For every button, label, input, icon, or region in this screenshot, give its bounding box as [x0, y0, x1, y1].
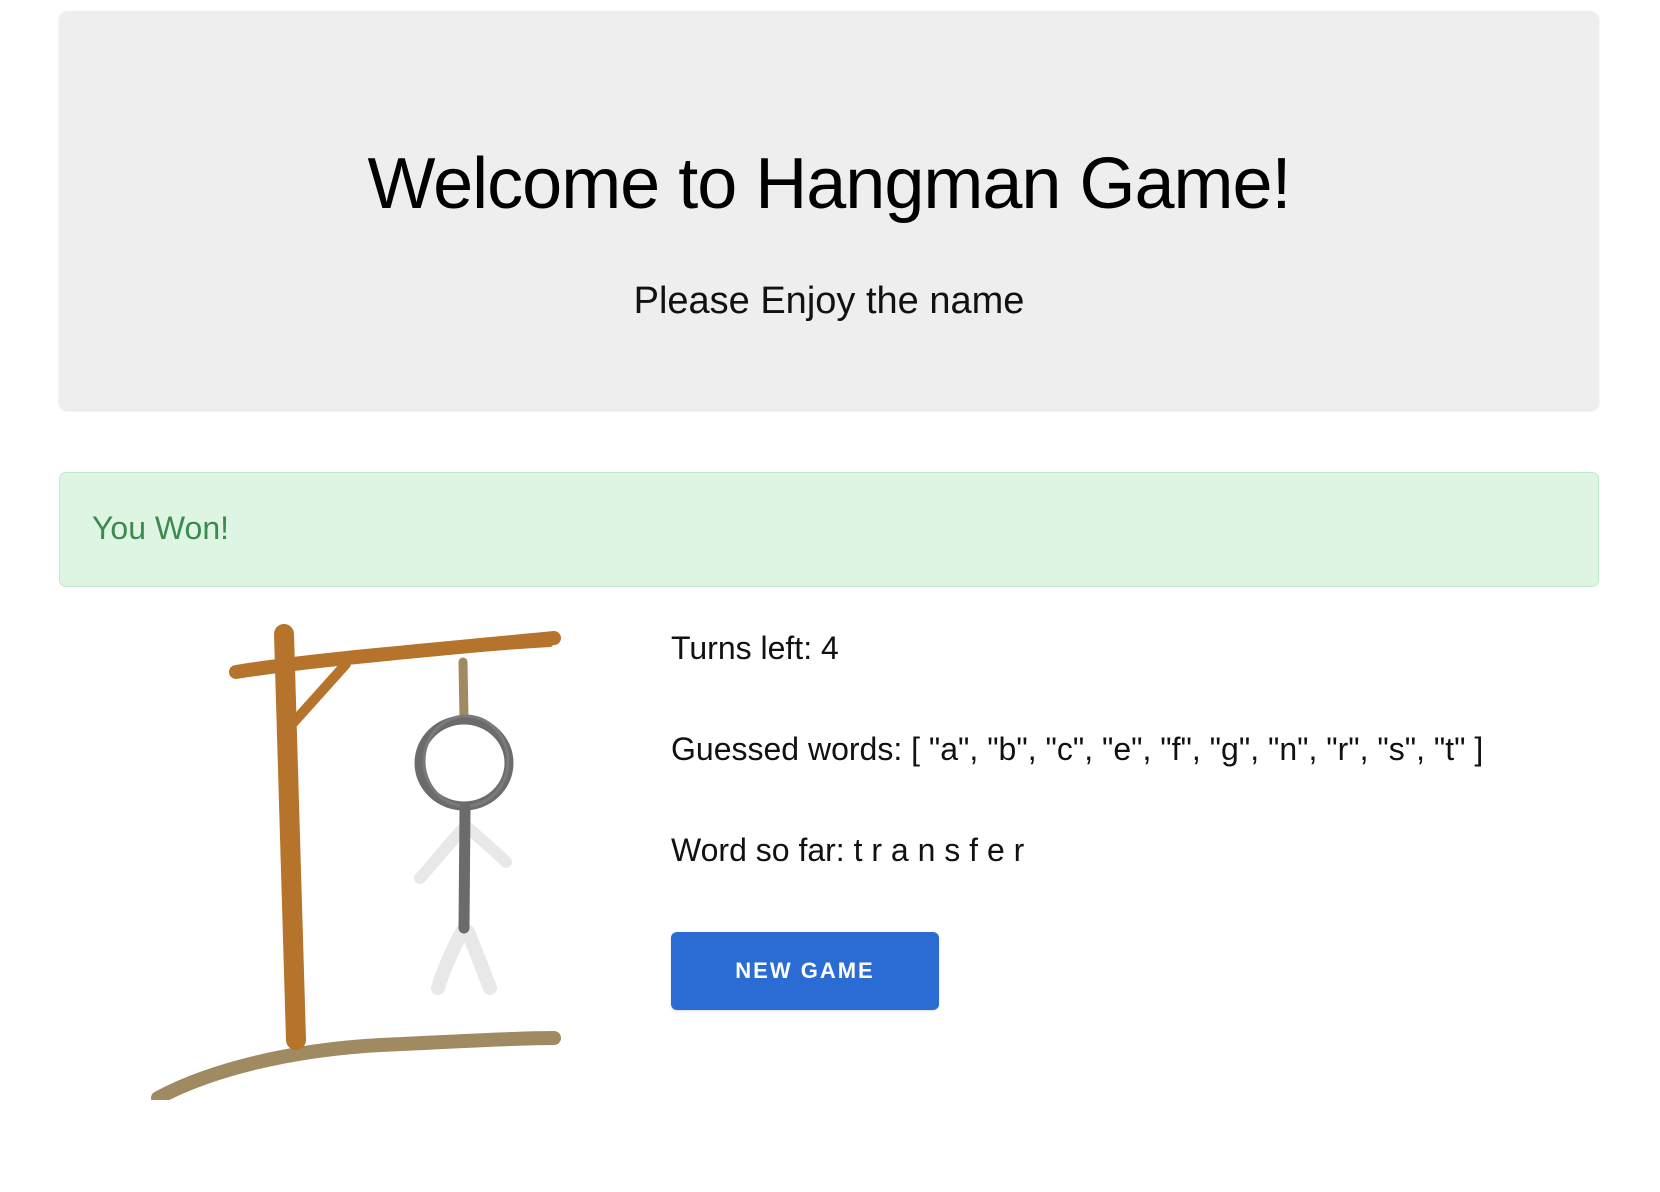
right-arm — [462, 822, 512, 868]
new-game-button[interactable]: NEW GAME — [671, 932, 939, 1010]
hangman-illustration — [151, 624, 561, 1100]
page-subtitle: Please Enjoy the name — [633, 280, 1025, 322]
stick-figure-icon — [414, 714, 514, 995]
ground — [151, 1031, 561, 1100]
rope — [458, 657, 469, 723]
header-panel: Welcome to Hangman Game! Please Enjoy th… — [59, 11, 1599, 410]
gallows-brace — [289, 659, 351, 727]
left-arm — [414, 824, 468, 884]
gallows-icon — [151, 624, 561, 1100]
guessed-words: Guessed words: [ "a", "b", "c", "e", "f"… — [671, 731, 1484, 767]
turns-left: Turns left: 4 — [671, 630, 839, 666]
alert-message: You Won! — [92, 510, 229, 546]
gallows-post — [274, 624, 306, 1050]
right-leg — [461, 925, 497, 995]
word-so-far: Word so far: t r a n s f e r — [671, 832, 1025, 868]
left-leg — [431, 925, 469, 995]
page-title: Welcome to Hangman Game! — [367, 144, 1291, 224]
win-alert: You Won! — [59, 472, 1599, 587]
torso — [458, 802, 471, 934]
